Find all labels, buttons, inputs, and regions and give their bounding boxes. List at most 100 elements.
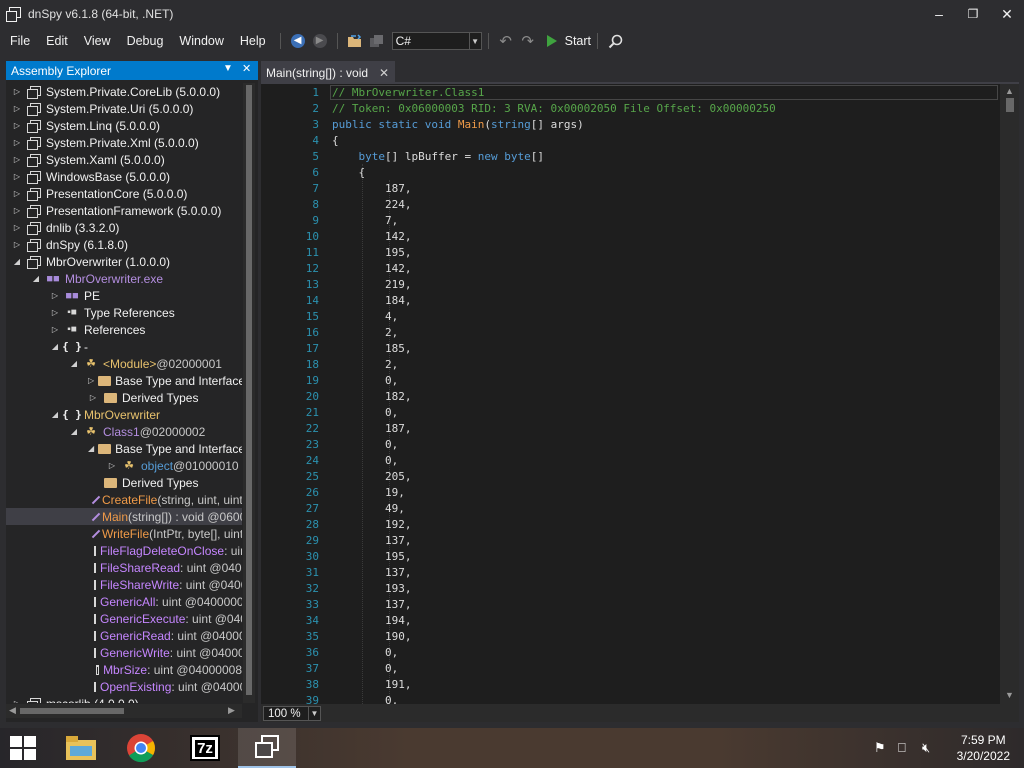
close-tab-icon[interactable]: ✕ xyxy=(379,66,389,80)
collapsed-arrow-icon[interactable]: ▷ xyxy=(12,155,22,164)
tree-node[interactable]: ◢ ☘ Class1 @02000002 xyxy=(6,423,242,440)
redo-icon[interactable]: ↷ xyxy=(519,32,537,50)
collapsed-arrow-icon[interactable]: ▷ xyxy=(12,121,22,130)
tree-node[interactable]: ▷ System.Xaml (5.0.0.0) xyxy=(6,151,242,168)
tree-node[interactable]: Main(string[]) : void @06000003 xyxy=(6,508,242,525)
tree-node[interactable]: ▷ System.Linq (5.0.0.0) xyxy=(6,117,242,134)
tree-node[interactable]: ◢ Base Type and Interfaces xyxy=(6,440,242,457)
scrollbar-thumb[interactable] xyxy=(246,85,252,695)
tree-horizontal-scrollbar[interactable]: ◀ ▶ xyxy=(6,704,242,718)
panel-close-icon[interactable]: ✕ xyxy=(242,62,251,75)
minimize-button[interactable]: – xyxy=(922,0,956,28)
scrollbar-thumb[interactable] xyxy=(20,708,124,714)
collapsed-arrow-icon[interactable]: ▷ xyxy=(12,206,22,215)
tree-node[interactable]: ◢ MbrOverwriter (1.0.0.0) xyxy=(6,253,242,270)
navigate-forward-icon[interactable]: ▶ xyxy=(311,32,329,50)
search-icon[interactable] xyxy=(606,32,624,50)
tree-node[interactable]: ◢{ } MbrOverwriter xyxy=(6,406,242,423)
expanded-arrow-icon[interactable]: ◢ xyxy=(69,359,79,368)
collapsed-arrow-icon[interactable]: ▷ xyxy=(12,172,22,181)
tree-node[interactable]: MbrSize : uint @04000008 xyxy=(6,661,242,678)
menu-view[interactable]: View xyxy=(76,34,119,48)
scroll-down-icon[interactable]: ▼ xyxy=(1005,690,1014,700)
expanded-arrow-icon[interactable]: ◢ xyxy=(50,342,60,351)
tree-node[interactable]: FileShareWrite : uint @04000003 xyxy=(6,576,242,593)
close-button[interactable]: ✕ xyxy=(990,0,1024,28)
action-center-flag-icon[interactable]: ⚑ xyxy=(874,740,886,756)
collapsed-arrow-icon[interactable]: ▷ xyxy=(12,104,22,113)
scroll-right-icon[interactable]: ▶ xyxy=(228,705,235,716)
tree-node[interactable]: WriteFile(IntPtr, byte[], uint, out uint… xyxy=(6,525,242,542)
dnspy-taskbar-icon[interactable] xyxy=(238,728,296,768)
collapsed-arrow-icon[interactable]: ▷ xyxy=(88,376,94,385)
tree-node[interactable]: GenericWrite : uint @04000007 xyxy=(6,644,242,661)
tree-node[interactable]: ▷ Derived Types xyxy=(6,389,242,406)
open-folder-icon[interactable] xyxy=(346,32,364,50)
menu-file[interactable]: File xyxy=(0,34,38,48)
tab-main-method[interactable]: Main(string[]) : void ✕ xyxy=(261,61,395,82)
collapsed-arrow-icon[interactable]: ▷ xyxy=(12,87,22,96)
navigate-back-icon[interactable]: ◀ xyxy=(289,32,307,50)
undo-icon[interactable]: ↶ xyxy=(497,32,515,50)
taskbar-clock[interactable]: 7:59 PM 3/20/2022 xyxy=(957,732,1010,764)
collapsed-arrow-icon[interactable]: ▷ xyxy=(107,461,117,470)
zoom-select[interactable]: 100 % ▼ xyxy=(263,706,321,721)
tree-node[interactable]: ▷ ■■ PE xyxy=(6,287,242,304)
tree-node[interactable]: FileShareRead : uint @04000002 xyxy=(6,559,242,576)
collapsed-arrow-icon[interactable]: ▷ xyxy=(12,189,22,198)
collapsed-arrow-icon[interactable]: ▷ xyxy=(12,223,22,232)
tree-node[interactable]: ▷ System.Private.Uri (5.0.0.0) xyxy=(6,100,242,117)
tree-node[interactable]: ▷ PresentationFramework (5.0.0.0) xyxy=(6,202,242,219)
tree-node[interactable]: ▷ Base Type and Interfaces xyxy=(6,372,242,389)
tree-node[interactable]: ▷ mscorlib (4.0.0.0) xyxy=(6,695,242,703)
tree-node[interactable]: ▷ dnSpy (6.1.8.0) xyxy=(6,236,242,253)
language-select[interactable]: C# ▼ xyxy=(391,32,482,50)
tree-node[interactable]: ▷ ☘ object @01000010 xyxy=(6,457,242,474)
windows-start-icon[interactable] xyxy=(10,736,38,760)
tree-node[interactable]: ▷ ▪■ References xyxy=(6,321,242,338)
panel-menu-chevron-icon[interactable]: ▼ xyxy=(223,63,233,74)
tree-node[interactable]: GenericAll : uint @04000004 xyxy=(6,593,242,610)
tree-node[interactable]: ▷ PresentationCore (5.0.0.0) xyxy=(6,185,242,202)
volume-muted-icon[interactable]: 🔇︎ xyxy=(922,740,930,756)
7zip-icon[interactable]: 7z xyxy=(176,728,234,768)
expanded-arrow-icon[interactable]: ◢ xyxy=(31,274,41,283)
collapsed-arrow-icon[interactable]: ▷ xyxy=(12,240,22,249)
editor-vertical-scrollbar[interactable]: ▲ ▼ xyxy=(1000,84,1019,704)
menu-window[interactable]: Window xyxy=(171,34,231,48)
menu-debug[interactable]: Debug xyxy=(119,34,172,48)
save-all-icon[interactable] xyxy=(368,32,386,50)
code-editor[interactable]: 1 2 3 4 5 6 7 8 9 10 11 12 13 14 15 16 17 18 19 20 21 22 23 24 2… xyxy=(261,82,1019,707)
tree-node[interactable]: FileFlagDeleteOnClose : uint @04000001 xyxy=(6,542,242,559)
tree-node[interactable]: OpenExisting : uint @04000009 xyxy=(6,678,242,695)
network-icon[interactable]: ⎕ xyxy=(898,740,906,756)
expanded-arrow-icon[interactable]: ◢ xyxy=(69,427,79,436)
tree-node[interactable]: ▷ WindowsBase (5.0.0.0) xyxy=(6,168,242,185)
scroll-left-icon[interactable]: ◀ xyxy=(9,705,16,716)
menu-edit[interactable]: Edit xyxy=(38,34,76,48)
collapsed-arrow-icon[interactable]: ▷ xyxy=(12,699,22,703)
tree-node[interactable]: ▷ ▪■ Type References xyxy=(6,304,242,321)
tree-node[interactable]: CreateFile(string, uint, uint, IntPtr, u… xyxy=(6,491,242,508)
collapsed-arrow-icon[interactable]: ▷ xyxy=(12,138,22,147)
menu-help[interactable]: Help xyxy=(232,34,274,48)
tree-vertical-scrollbar[interactable] xyxy=(243,83,255,703)
expanded-arrow-icon[interactable]: ◢ xyxy=(88,444,94,453)
scrollbar-thumb[interactable] xyxy=(1006,98,1014,112)
code-text[interactable]: // MbrOverwriter.Class1 // Token: 0x06000… xyxy=(332,84,997,707)
tree-node[interactable]: GenericExecute : uint @04000005 xyxy=(6,610,242,627)
expanded-arrow-icon[interactable]: ◢ xyxy=(12,257,22,266)
collapsed-arrow-icon[interactable]: ▷ xyxy=(50,291,60,300)
expanded-arrow-icon[interactable]: ◢ xyxy=(50,410,60,419)
tree-node[interactable]: ▷ dnlib (3.3.2.0) xyxy=(6,219,242,236)
chrome-icon[interactable] xyxy=(112,728,170,768)
collapsed-arrow-icon[interactable]: ▷ xyxy=(50,325,60,334)
scroll-up-icon[interactable]: ▲ xyxy=(1005,86,1014,96)
tree-node[interactable]: ▷ System.Private.CoreLib (5.0.0.0) xyxy=(6,83,242,100)
start-debugging-button[interactable]: Start xyxy=(546,34,591,48)
file-explorer-icon[interactable] xyxy=(52,728,110,768)
collapsed-arrow-icon[interactable]: ▷ xyxy=(88,393,98,402)
tree-node[interactable]: ▷ System.Private.Xml (5.0.0.0) xyxy=(6,134,242,151)
tree-node[interactable]: ◢ ☘ <Module> @02000001 xyxy=(6,355,242,372)
maximize-button[interactable]: ❐ xyxy=(956,0,990,28)
